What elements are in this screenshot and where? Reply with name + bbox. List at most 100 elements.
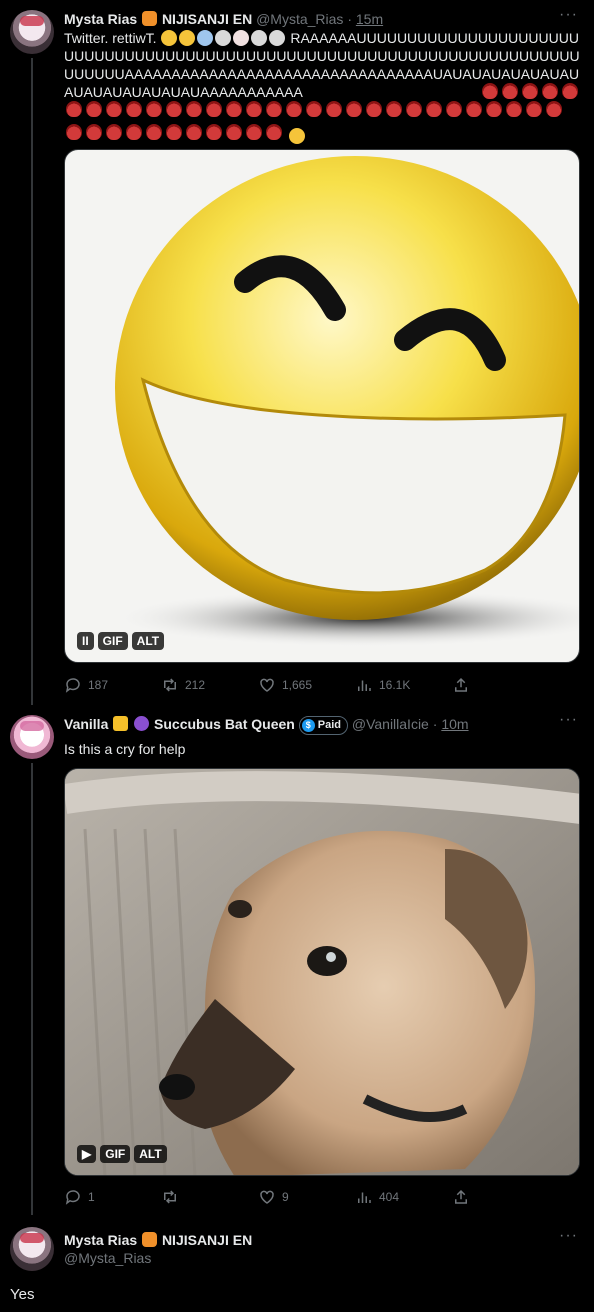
display-title[interactable]: Succubus Bat Queen xyxy=(154,716,295,732)
thinking-emoji xyxy=(161,30,178,46)
action-bar: 187 212 1,665 16.1K xyxy=(64,675,504,695)
fox-emoji xyxy=(142,11,158,26)
like-count: 9 xyxy=(282,1190,289,1204)
tweet-text-lead: Twitter. rettiwT. xyxy=(64,30,157,46)
handle-line: @Mysta_Rias xyxy=(64,1249,554,1267)
tweet-2[interactable]: Vanilla Succubus Bat Queen $ Paid @Vanill… xyxy=(0,705,594,1215)
timestamp[interactable]: 15m xyxy=(356,11,383,27)
handle[interactable]: @VanillaIcie xyxy=(352,716,429,732)
devil-emoji xyxy=(386,101,402,117)
thought-balloon-emoji xyxy=(197,30,214,46)
devil-emoji xyxy=(446,101,462,117)
thread-line xyxy=(31,763,33,1215)
like-count: 1,665 xyxy=(282,678,313,692)
like-button[interactable]: 9 xyxy=(258,1187,355,1207)
devil-emoji xyxy=(86,124,102,140)
share-icon xyxy=(455,1189,467,1204)
devil-emoji xyxy=(286,101,302,117)
skull-emoji xyxy=(251,30,268,46)
avatar[interactable] xyxy=(10,1227,54,1271)
devil-emoji xyxy=(66,124,82,140)
laughing-emoji-gif-image xyxy=(105,156,579,648)
skull-emoji xyxy=(215,30,232,46)
devil-emoji xyxy=(146,124,162,140)
devil-emoji xyxy=(426,101,442,117)
dog-gif-image xyxy=(65,769,579,1175)
timestamp[interactable]: 10m xyxy=(441,716,468,732)
retweet-icon xyxy=(164,678,176,692)
devil-emoji xyxy=(246,124,262,140)
crown-emoji xyxy=(113,716,129,731)
devil-emoji xyxy=(146,101,162,117)
avatar[interactable] xyxy=(10,715,54,759)
reply-count: 1 xyxy=(88,1190,95,1204)
share-button[interactable] xyxy=(452,1187,482,1207)
devil-emoji xyxy=(166,124,182,140)
more-icon[interactable]: ··· xyxy=(559,6,578,24)
handle[interactable]: @Mysta_Rias xyxy=(256,11,343,27)
devil-emoji xyxy=(482,83,498,99)
retweet-count: 212 xyxy=(185,678,206,692)
devil-emoji-block xyxy=(64,100,582,146)
clown-emoji xyxy=(233,30,250,46)
tweet-3-focused[interactable]: Mysta Rias NIJISANJI EN @Mysta_Rias ··· … xyxy=(0,1215,594,1312)
retweet-button[interactable] xyxy=(161,1187,258,1207)
reply-button[interactable]: 187 xyxy=(64,675,161,695)
devil-emoji xyxy=(486,101,502,117)
avatar[interactable] xyxy=(10,10,54,54)
display-name[interactable]: Vanilla xyxy=(64,716,108,732)
like-icon xyxy=(260,1190,274,1204)
devil-emoji xyxy=(226,101,242,117)
face-emoji xyxy=(179,30,196,46)
separator-dot: · xyxy=(347,11,352,27)
views-button[interactable]: 404 xyxy=(355,1187,452,1207)
paid-label: Paid xyxy=(317,719,341,731)
retweet-button[interactable]: 212 xyxy=(161,675,258,695)
devil-emoji xyxy=(66,101,82,117)
tweet-1[interactable]: Mysta Rias NIJISANJI EN @Mysta_Rias · 15… xyxy=(0,0,594,705)
devil-emoji xyxy=(126,101,142,117)
devil-emoji xyxy=(226,124,242,140)
handle[interactable]: @Mysta_Rias xyxy=(64,1250,151,1266)
devil-emoji xyxy=(522,83,538,99)
more-icon[interactable]: ··· xyxy=(559,711,578,729)
paid-badge[interactable]: $ Paid xyxy=(298,716,348,735)
share-icon xyxy=(455,677,467,692)
views-icon xyxy=(358,1192,371,1203)
devil-emoji xyxy=(506,101,522,117)
alt-badge[interactable]: ALT xyxy=(134,1145,167,1163)
display-name[interactable]: Mysta Rias xyxy=(64,11,137,27)
alt-badge[interactable]: ALT xyxy=(131,632,165,650)
affiliation[interactable]: NIJISANJI EN xyxy=(162,11,252,27)
media-badges: ▶ GIF ALT xyxy=(77,1145,167,1163)
affiliation[interactable]: NIJISANJI EN xyxy=(162,1232,252,1248)
reply-button[interactable]: 1 xyxy=(64,1187,161,1207)
tweet-media-gif[interactable]: II GIF ALT xyxy=(64,149,580,663)
devil-emoji xyxy=(246,101,262,117)
tweet-text: Yes xyxy=(10,1286,35,1303)
separator-dot: · xyxy=(432,716,438,732)
share-button[interactable] xyxy=(452,675,482,695)
devil-emoji xyxy=(366,101,382,117)
devil-emoji xyxy=(206,101,222,117)
more-icon[interactable]: ··· xyxy=(559,1227,578,1245)
views-count: 16.1K xyxy=(379,678,411,692)
gif-badge: GIF xyxy=(97,632,128,650)
views-button[interactable]: 16.1K xyxy=(355,675,452,695)
display-name[interactable]: Mysta Rias xyxy=(64,1232,137,1248)
devil-emoji xyxy=(306,101,322,117)
tweet-header: Mysta Rias NIJISANJI EN @Mysta_Rias · 15… xyxy=(64,10,554,28)
devil-emoji xyxy=(86,101,102,117)
pause-icon[interactable]: II xyxy=(77,632,94,650)
tweet-media-gif[interactable]: ▶ GIF ALT xyxy=(64,768,580,1176)
devil-emoji xyxy=(106,101,122,117)
reply-icon xyxy=(65,678,80,693)
like-button[interactable]: 1,665 xyxy=(258,675,355,695)
devil-emoji xyxy=(326,101,342,117)
fox-emoji xyxy=(142,1232,158,1247)
devil-emoji xyxy=(466,101,482,117)
devil-emoji xyxy=(406,101,422,117)
retweet-icon xyxy=(164,1190,176,1204)
play-icon[interactable]: ▶ xyxy=(77,1145,97,1163)
views-count: 404 xyxy=(379,1190,400,1204)
